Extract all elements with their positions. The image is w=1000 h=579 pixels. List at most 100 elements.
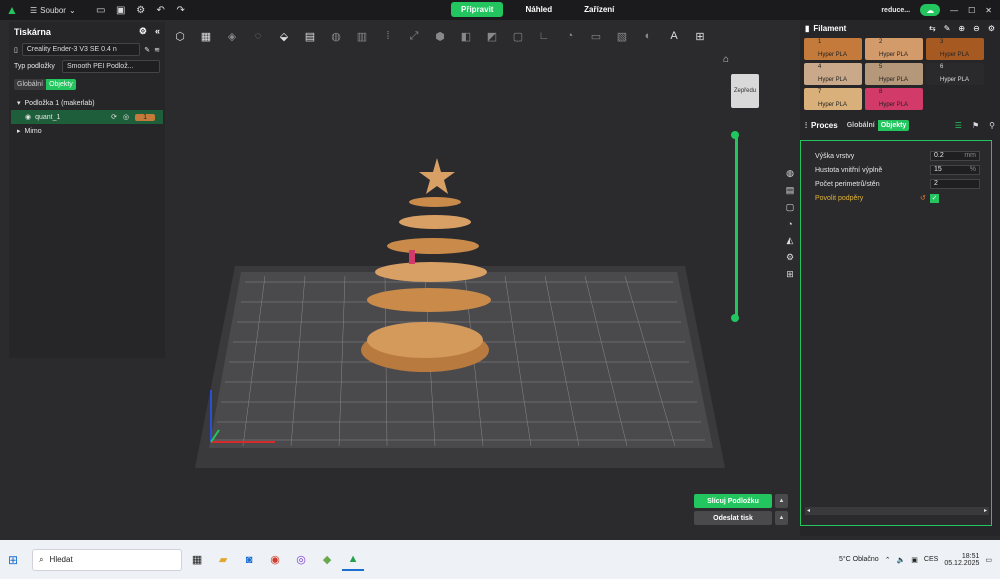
weather-widget[interactable]: 5°C Oblačno bbox=[839, 556, 879, 563]
tab-prepare[interactable]: Připravit bbox=[451, 2, 504, 17]
filament-slot-type[interactable]: Hyper PLA bbox=[940, 77, 969, 83]
support-checkbox[interactable]: ✓ bbox=[930, 193, 939, 203]
filament-slot-type[interactable]: Hyper PLA bbox=[818, 77, 847, 83]
bed-type-select[interactable]: Smooth PEI Podlož... bbox=[62, 60, 160, 73]
minimize-button[interactable]: — bbox=[950, 6, 958, 15]
taskbar-search[interactable]: ⌕ Hledat bbox=[32, 548, 183, 571]
filament-slot[interactable]: 7 Hyper PLA bbox=[804, 88, 862, 110]
send-print-button[interactable]: Odeslat tisk bbox=[694, 511, 772, 525]
cube-icon[interactable]: ⬢ bbox=[429, 25, 451, 47]
brim-icon[interactable]: ◐ bbox=[637, 25, 659, 47]
scroll-left-icon[interactable]: ◂ bbox=[807, 507, 810, 515]
layer-slider-top-knob[interactable] bbox=[731, 131, 739, 139]
layer-slider-bottom-knob[interactable] bbox=[731, 314, 739, 322]
text-icon[interactable]: A bbox=[663, 25, 685, 47]
grid-side-icon[interactable]: ⊞ bbox=[783, 269, 797, 280]
object-settings-icon[interactable]: ⟳ bbox=[111, 113, 117, 121]
process-pin-icon[interactable]: ⚲ bbox=[989, 121, 995, 130]
mesh-icon[interactable]: ▧ bbox=[611, 25, 633, 47]
filament-slot-type[interactable]: Hyper PLA bbox=[879, 102, 908, 108]
support-paint-icon[interactable]: ◔ bbox=[559, 25, 581, 47]
frame-icon[interactable]: ▢ bbox=[783, 202, 797, 213]
edit-icon[interactable]: ✎ bbox=[144, 46, 150, 54]
tray-overflow-icon[interactable]: ⌃ bbox=[885, 556, 891, 564]
open-folder-icon[interactable]: ▭ bbox=[94, 5, 108, 16]
outlook-icon[interactable]: ◙ bbox=[238, 549, 260, 571]
network-icon[interactable]: ▣ bbox=[911, 556, 918, 564]
object-paint-icon[interactable]: ◎ bbox=[123, 113, 129, 121]
infill-input[interactable]: 15% bbox=[930, 165, 980, 175]
filament-badge[interactable]: 1 bbox=[135, 113, 155, 121]
language-indicator[interactable]: CES bbox=[924, 556, 938, 563]
user-name[interactable]: reduce... bbox=[881, 7, 910, 14]
eye-icon[interactable]: ◉ bbox=[25, 113, 31, 121]
support-icon[interactable]: ◭ bbox=[783, 235, 797, 246]
filament-slot-type[interactable]: Hyper PLA bbox=[818, 102, 847, 108]
auto-arrange-icon[interactable]: ⬙ bbox=[273, 25, 295, 47]
filament-slot[interactable]: 2 Hyper PLA bbox=[865, 38, 923, 60]
task-view-icon[interactable]: ▦ bbox=[186, 549, 208, 571]
filament-slot-type[interactable]: Hyper PLA bbox=[940, 52, 969, 58]
layer-height-input[interactable]: 0.2 mm bbox=[930, 151, 980, 161]
rotate-icon[interactable]: ◌ bbox=[247, 25, 269, 47]
split-icon[interactable]: ▥ bbox=[351, 25, 373, 47]
wifi-icon[interactable]: ≋ bbox=[154, 46, 160, 54]
outside-item[interactable]: ▸ Mimo bbox=[9, 124, 165, 138]
printer-settings-icon[interactable]: ⚙ bbox=[139, 26, 147, 37]
creality-print-icon[interactable]: ▲ bbox=[342, 549, 365, 571]
scale-icon[interactable]: ⤢ bbox=[403, 25, 425, 47]
printer-select[interactable]: Creality Ender-3 V3 SE 0.4 n bbox=[21, 43, 141, 56]
windows-start-icon[interactable]: ⊞ bbox=[8, 553, 18, 567]
support-reset-icon[interactable]: ↺ bbox=[920, 194, 930, 202]
filament-sync-icon[interactable]: ⇆ bbox=[929, 24, 936, 33]
cloud-icon[interactable]: ☁ bbox=[920, 4, 941, 16]
process-toggle-objects[interactable]: Objekty bbox=[877, 120, 910, 131]
file-menu[interactable]: ☰ Soubor ⌄ bbox=[30, 6, 76, 15]
filament-slot[interactable]: 3 Hyper PLA bbox=[926, 38, 984, 60]
tab-preview[interactable]: Náhled bbox=[515, 2, 562, 17]
paint-icon[interactable]: ◍ bbox=[783, 168, 797, 179]
process-compare-icon[interactable]: ⚑ bbox=[972, 121, 979, 130]
settings-icon[interactable]: ⚙ bbox=[134, 5, 148, 16]
cut-icon[interactable]: ◧ bbox=[455, 25, 477, 47]
grid-icon[interactable]: ⁞ bbox=[377, 25, 399, 47]
filament-remove-icon[interactable]: ⊖ bbox=[973, 24, 980, 33]
filament-slot[interactable]: 1 Hyper PLA bbox=[804, 38, 862, 60]
plate-icon[interactable]: ▦ bbox=[195, 25, 217, 47]
process-list-icon[interactable]: ☰ bbox=[955, 121, 962, 130]
filament-settings-icon[interactable]: ⚙ bbox=[988, 24, 995, 33]
chrome-icon[interactable]: ◉ bbox=[264, 549, 286, 571]
slice-plate-button[interactable]: Slícuj Podložku bbox=[694, 494, 772, 508]
object-item[interactable]: ◉ quant_1 ⟳ ◎ 1 bbox=[11, 110, 163, 124]
view-cube[interactable]: Zepředu bbox=[731, 74, 759, 108]
clock[interactable]: 18:51 05.12.2025 bbox=[944, 553, 979, 567]
undo-icon[interactable]: ↶ bbox=[154, 5, 168, 16]
slicer-alt-icon[interactable]: ◆ bbox=[316, 549, 338, 571]
toggle-global[interactable]: Globální bbox=[14, 79, 47, 90]
process-toggle-global[interactable]: Globální bbox=[844, 120, 878, 131]
filament-slot[interactable]: 6 Hyper PLA bbox=[926, 63, 984, 85]
filament-slot-type[interactable]: Hyper PLA bbox=[879, 77, 908, 83]
filament-slot[interactable]: 8 Hyper PLA bbox=[865, 88, 923, 110]
filament-slot-type[interactable]: Hyper PLA bbox=[879, 52, 908, 58]
filament-add-icon[interactable]: ⊕ bbox=[958, 24, 965, 33]
color-paint-icon[interactable]: ▭ bbox=[585, 25, 607, 47]
layers-side-icon[interactable]: ▤ bbox=[783, 185, 797, 196]
maximize-button[interactable]: ☐ bbox=[968, 6, 975, 15]
send-options-caret[interactable]: ▲ bbox=[775, 511, 788, 525]
filament-slot-type[interactable]: Hyper PLA bbox=[818, 52, 847, 58]
tab-device[interactable]: Zařízení bbox=[574, 2, 624, 17]
speed-icon[interactable]: ◔ bbox=[783, 219, 797, 229]
toggle-objects[interactable]: Objekty bbox=[46, 79, 76, 90]
slice-options-caret[interactable]: ▲ bbox=[775, 494, 788, 508]
scroll-right-icon[interactable]: ▸ bbox=[984, 507, 987, 515]
messenger-icon[interactable]: ◎ bbox=[290, 549, 312, 571]
file-explorer-icon[interactable]: ▰ bbox=[212, 549, 234, 571]
home-icon[interactable]: ⌂ bbox=[723, 54, 729, 65]
notification-icon[interactable]: ▭ bbox=[985, 556, 992, 564]
gear-side-icon[interactable]: ⚙ bbox=[783, 252, 797, 263]
collapse-icon[interactable]: « bbox=[155, 26, 160, 37]
measure-icon[interactable]: ◩ bbox=[481, 25, 503, 47]
3d-viewport[interactable]: ⌂ Zepředu bbox=[165, 50, 797, 536]
close-button[interactable]: ✕ bbox=[985, 6, 992, 15]
